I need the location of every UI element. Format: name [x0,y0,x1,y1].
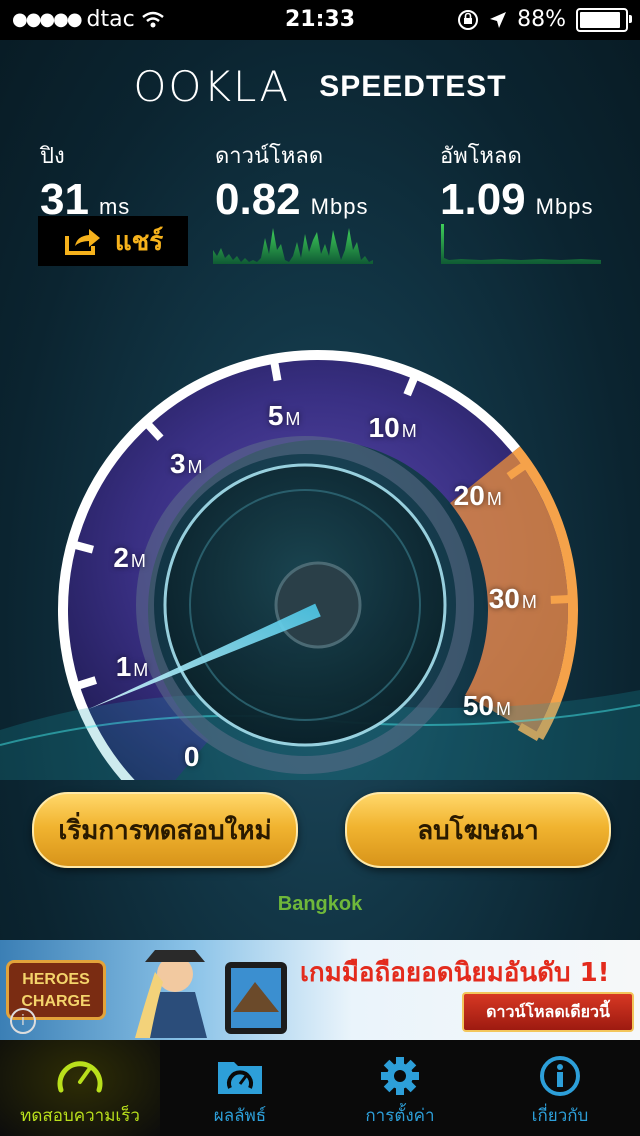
ookla-logo: OOKLA [133,62,291,111]
gauge-tick-label: 20 M [453,480,502,512]
tab-results[interactable]: ผลลัพธ์ [160,1040,320,1136]
gauge-tick-label: 2M [113,541,146,573]
download-metric: ดาวน์โหลด 0.82 Mbps [215,138,368,225]
gauge-tick-label: 5M [267,399,301,431]
download-label: ดาวน์โหลด [215,144,324,169]
ad-logo-line1: HEROES [22,971,90,988]
upload-sparkline [441,224,601,264]
download-sparkline [213,228,373,264]
download-unit: Mbps [310,194,369,219]
server-location: Bangkok [277,893,363,915]
ad-info-icon[interactable]: i [10,1008,36,1034]
tab-speedtest-label: ทดสอบความเร็ว [20,1106,140,1126]
share-icon [64,229,100,255]
upload-value: 1.09 [440,175,526,224]
gauge-tick-label: 30 M [488,583,537,615]
location-arrow-icon [490,11,507,28]
speedometer-icon [57,1061,103,1093]
gauge-tick-label: 0 [183,741,200,773]
upload-metric: อัพโหลด 1.09 Mbps [440,138,593,225]
ad-hero-art [135,950,287,1038]
share-button[interactable]: แชร์ [38,216,188,266]
remove-ads-button[interactable]: ลบโฆษณา [345,792,611,868]
tab-speedtest[interactable]: ทดสอบความเร็ว [0,1040,160,1136]
gauge-tick [550,594,573,604]
tab-results-label: ผลลัพธ์ [213,1106,267,1126]
ad-banner[interactable]: HEROES CHARGE เกมมือถือยอดนิยมอันดับ 1! … [0,940,640,1040]
tab-settings[interactable]: การตั้งค่า [320,1040,480,1136]
info-icon [540,1056,580,1096]
share-label: แชร์ [114,226,164,257]
gauge-tick-label: 1M [115,650,149,682]
folder-gauge-icon [218,1062,262,1094]
ping-metric: ปิง 31 ms [40,138,130,225]
tab-settings-label: การตั้งค่า [365,1106,435,1126]
tab-bar: ทดสอบความเร็ว ผลลัพธ์ การตั้งค่า เกี่ยวก… [0,1040,640,1136]
gauge-tick-label: 50 M [462,689,511,721]
status-bar: ●●●●● dtac 21:33 88% [0,0,640,40]
ad-headline: เกมมือถือยอดนิยมอันดับ 1! [300,958,610,988]
battery-icon [576,7,632,32]
ad-download-button[interactable]: ดาวน์โหลดเดียวนี้ [462,992,634,1032]
ping-label: ปิง [40,144,65,169]
download-value: 0.82 [215,175,301,224]
tab-about[interactable]: เกี่ยวกับ [480,1040,640,1136]
battery-percent: 88% [517,7,566,32]
orientation-lock-icon [458,9,479,30]
upload-label: อัพโหลด [440,144,522,169]
app-header: OOKLA SPEEDTEST [0,62,640,111]
retest-button[interactable]: เริ่มการทดสอบใหม่ [32,792,298,868]
gear-icon [381,1057,419,1095]
tab-about-label: เกี่ยวกับ [531,1106,589,1126]
upload-unit: Mbps [535,194,594,219]
app-title: SPEEDTEST [319,69,507,103]
speed-gauge [0,350,640,780]
gauge-tick-label: 10 M [368,411,417,443]
gauge-tick-label: 3M [169,448,203,480]
gauge-tick [269,358,282,382]
